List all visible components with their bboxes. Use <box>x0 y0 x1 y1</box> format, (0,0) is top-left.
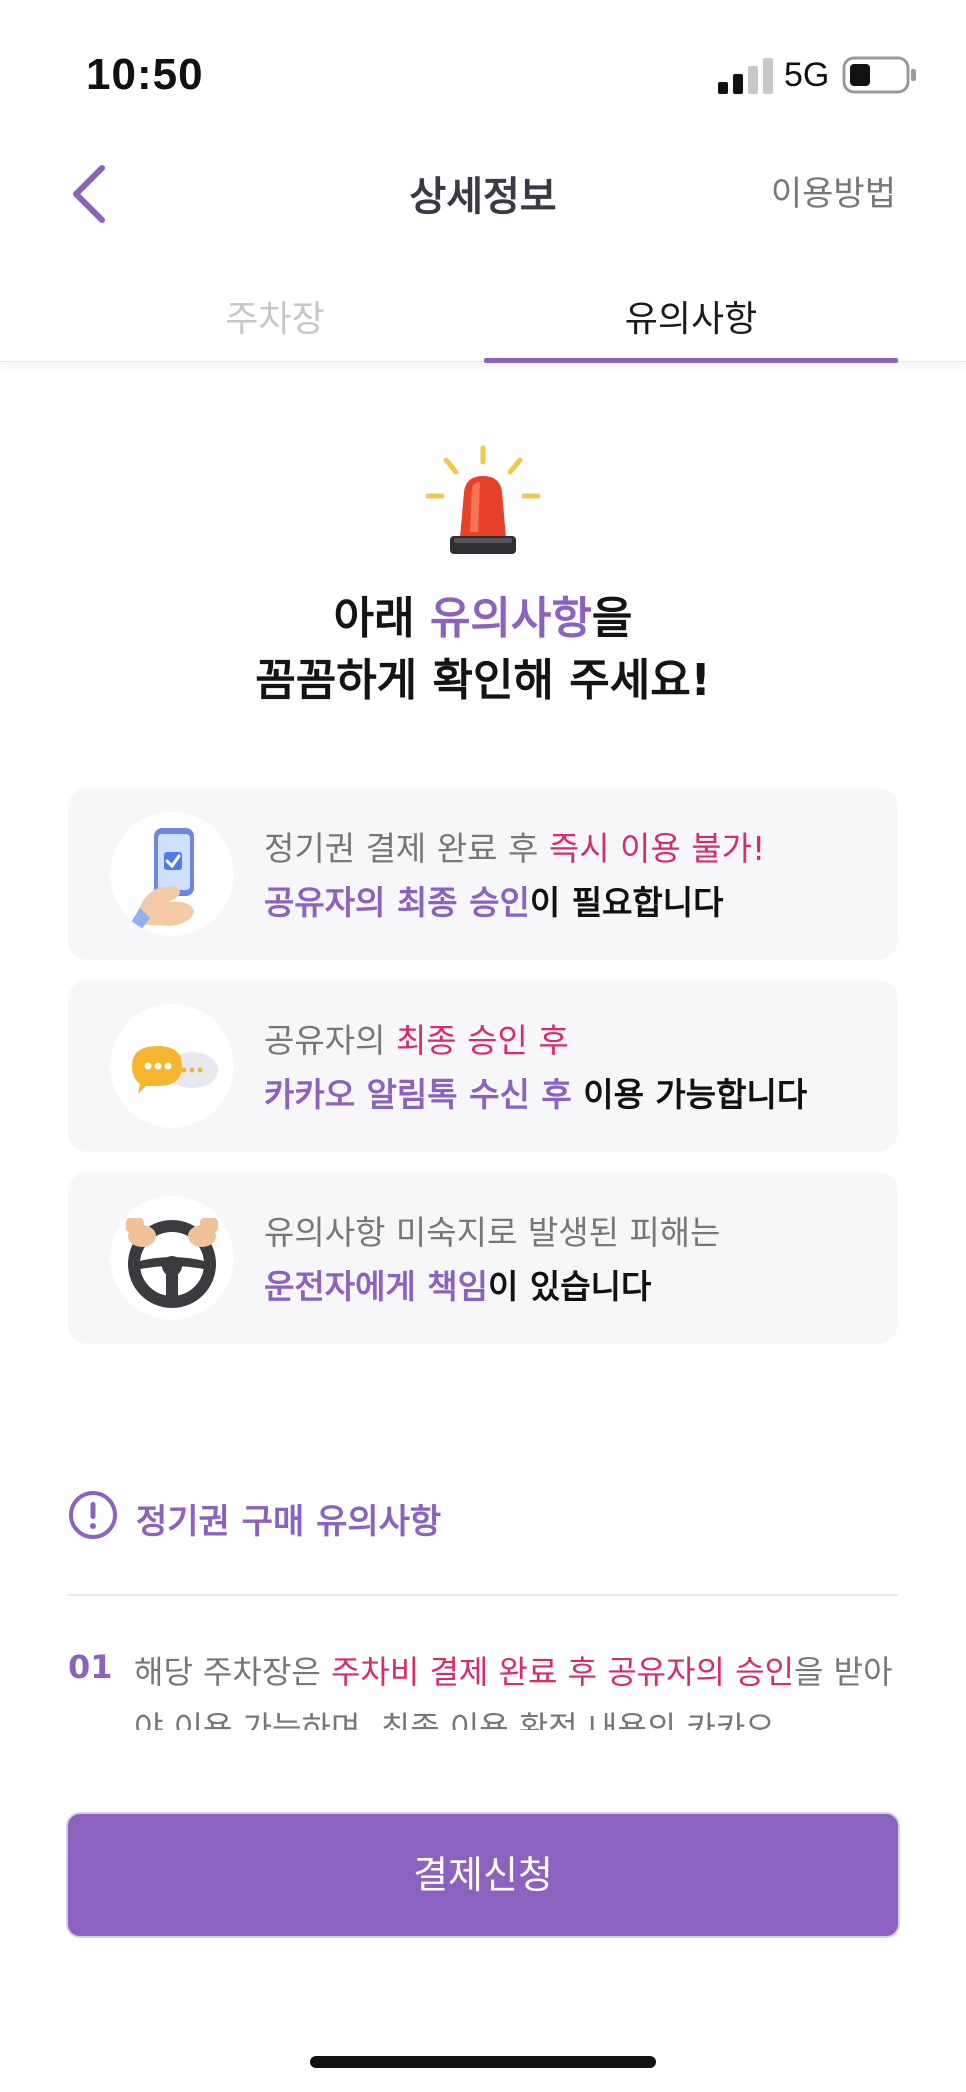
pay-request-button[interactable]: 결제신청 <box>68 1814 898 1936</box>
hero-line1-pre: 아래 <box>333 593 430 644</box>
card-text: 공유자의 최종 승인 후 카카오 알림톡 수신 후 이용 가능합니다 <box>264 1014 807 1122</box>
home-indicator <box>310 2056 656 2068</box>
card2-line2: 이용 가능합니다 <box>571 1075 808 1114</box>
notice-number: 01 <box>68 1648 113 1686</box>
card1-line2-highlight: 공유자의 최종 승인 <box>264 883 530 922</box>
card3-line2: 이 있습니다 <box>488 1267 652 1306</box>
notice-card-kakao: 공유자의 최종 승인 후 카카오 알림톡 수신 후 이용 가능합니다 <box>68 980 898 1152</box>
siren-icon <box>425 445 541 554</box>
status-bar: 10:50 5G <box>0 0 966 150</box>
hero-title: 아래 유의사항을 꼼꼼하게 확인해 주세요! <box>0 588 966 712</box>
kakao-chat-icon <box>110 1004 234 1128</box>
card2-line1-highlight: 최종 승인 후 <box>395 1021 569 1060</box>
hero-line1-post: 을 <box>591 593 633 644</box>
howto-link[interactable]: 이용방법 <box>771 166 896 215</box>
exclamation-circle-icon <box>69 1491 117 1539</box>
notice-item: 01 해당 주차장은 주차비 결제 완료 후 공유자의 승인을 받아야 이용 가… <box>68 1644 898 1730</box>
tab-bar: 주차장 유의사항 <box>0 270 966 363</box>
card3-line1: 유의사항 미숙지로 발생된 피해는 <box>264 1213 721 1252</box>
tab-parking[interactable]: 주차장 <box>68 290 482 342</box>
card2-line2-highlight: 카카오 알림톡 수신 후 <box>264 1075 572 1114</box>
card-text: 정기권 결제 완료 후 즉시 이용 불가! 공유자의 최종 승인이 필요합니다 <box>264 822 765 930</box>
card1-line1-highlight: 즉시 이용 불가! <box>548 829 766 868</box>
phone-check-icon <box>110 812 234 936</box>
card1-line1: 정기권 결제 완료 후 <box>264 829 549 868</box>
notice-text-highlight: 주차비 결제 완료 후 공유자의 승인 <box>330 1653 795 1691</box>
signal-icon <box>718 58 773 94</box>
card1-line2: 이 필요합니다 <box>529 883 724 922</box>
header: 상세정보 이용방법 <box>0 150 966 240</box>
card-text: 유의사항 미숙지로 발생된 피해는 운전자에게 책임이 있습니다 <box>264 1206 721 1314</box>
battery-icon <box>842 56 916 94</box>
steering-wheel-icon <box>110 1196 234 1320</box>
hero-line2: 꼼꼼하게 확인해 주세요! <box>255 655 711 706</box>
divider <box>68 1594 898 1596</box>
notice-card-responsibility: 유의사항 미숙지로 발생된 피해는 운전자에게 책임이 있습니다 <box>68 1172 898 1344</box>
status-time: 10:50 <box>86 50 204 99</box>
hero-highlight: 유의사항 <box>429 593 592 644</box>
section-title: 정기권 구매 유의사항 <box>136 1502 442 1542</box>
notice-text: 해당 주차장은 주차비 결제 완료 후 공유자의 승인을 받아야 이용 가능하며… <box>134 1644 898 1730</box>
notice-card-approval: 정기권 결제 완료 후 즉시 이용 불가! 공유자의 최종 승인이 필요합니다 <box>68 788 898 960</box>
tab-notice[interactable]: 유의사항 <box>484 290 898 342</box>
network-label: 5G <box>784 56 830 94</box>
card3-line2-highlight: 운전자에게 책임 <box>264 1267 489 1306</box>
active-tab-indicator <box>484 358 898 363</box>
notice-text-pre: 해당 주차장은 <box>134 1653 331 1691</box>
card2-line1: 공유자의 <box>264 1021 396 1060</box>
